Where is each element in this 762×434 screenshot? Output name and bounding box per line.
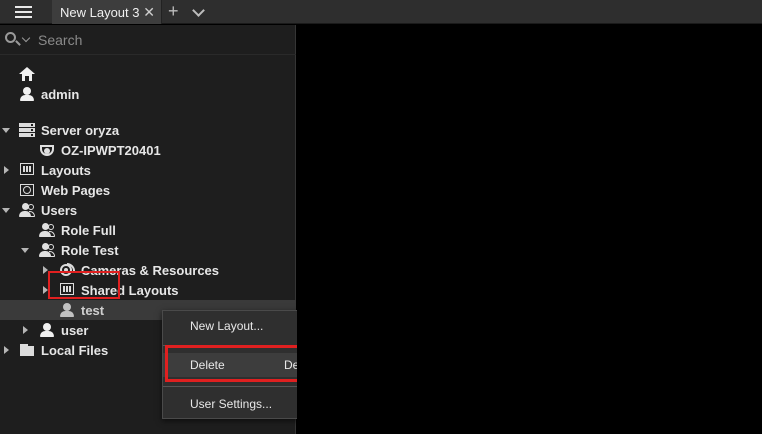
annotation-highlight-delete	[165, 345, 316, 382]
tree-item-role-full[interactable]: Role Full	[39, 220, 116, 240]
menu-item-user-settings[interactable]: User Settings...	[163, 392, 313, 416]
tree-item-users[interactable]: Users	[19, 200, 77, 220]
tree-item-local-files[interactable]: Local Files	[19, 340, 108, 360]
users-icon	[19, 202, 35, 218]
tree-item-test[interactable]: test	[59, 300, 104, 320]
collapse-arrow-icon[interactable]	[2, 208, 10, 213]
tree-item-label: Users	[41, 202, 78, 218]
tree-item-label: admin	[41, 86, 80, 102]
menu-item-label: User Settings...	[190, 397, 273, 411]
layouts-icon	[19, 162, 35, 178]
main-menu-button[interactable]	[0, 0, 46, 24]
tree-item-layouts[interactable]: Layouts	[19, 160, 91, 180]
close-icon[interactable]: ✕	[143, 4, 155, 21]
menu-separator	[163, 386, 313, 387]
search-input[interactable]	[38, 29, 278, 51]
layout-viewport[interactable]	[297, 25, 762, 434]
expand-arrow-icon[interactable]	[4, 346, 9, 354]
expand-arrow-icon[interactable]	[4, 166, 9, 174]
tree-item-admin[interactable]: admin	[19, 84, 79, 104]
tree-item-web-pages[interactable]: Web Pages	[19, 180, 110, 200]
tree-item-label: Role Full	[61, 222, 116, 238]
top-bar: New Layout 3 ✕ +	[0, 0, 762, 24]
user-icon	[39, 322, 55, 338]
home-icon[interactable]	[19, 67, 35, 83]
tree-item-label: OZ-IPWPT20401	[61, 142, 161, 158]
server-icon	[19, 122, 35, 138]
role-icon	[39, 242, 55, 258]
tree-item-user[interactable]: user	[39, 320, 88, 340]
user-icon	[19, 86, 35, 102]
tree-item-label: Server oryza	[41, 122, 120, 138]
search-bar	[0, 25, 296, 55]
search-icon[interactable]	[5, 32, 21, 46]
tree-item-label: user	[61, 322, 89, 338]
tree-item-label: Local Files	[41, 342, 109, 358]
tree-item-camera[interactable]: OZ-IPWPT20401	[39, 140, 161, 160]
hamburger-icon	[14, 6, 32, 18]
folder-icon	[19, 342, 35, 358]
tree-item-label: Web Pages	[41, 182, 111, 198]
tree-item-label: Role Test	[61, 242, 119, 258]
role-icon	[39, 222, 55, 238]
menu-item-label: New Layout...	[190, 319, 264, 333]
expand-arrow-icon[interactable]	[23, 326, 28, 334]
chevron-down-icon[interactable]	[192, 4, 205, 17]
web-page-icon	[19, 182, 35, 198]
tree-item-server[interactable]: Server oryza	[19, 120, 119, 140]
user-icon	[59, 302, 75, 318]
tree-item-role-test[interactable]: Role Test	[39, 240, 119, 260]
menu-item-new-layout[interactable]: New Layout...	[163, 314, 313, 338]
annotation-highlight-test	[48, 271, 120, 299]
collapse-arrow-icon[interactable]	[21, 248, 29, 253]
camera-icon	[39, 142, 55, 158]
chevron-down-icon[interactable]	[21, 33, 31, 43]
tree-item-label: Layouts	[41, 162, 91, 178]
add-tab-icon[interactable]: +	[168, 1, 179, 22]
tab-new-layout-3[interactable]: New Layout 3 ✕	[52, 0, 162, 24]
tree-item-label: test	[81, 302, 105, 318]
collapse-arrow-icon[interactable]	[2, 128, 10, 133]
tab-label: New Layout 3	[60, 4, 140, 20]
